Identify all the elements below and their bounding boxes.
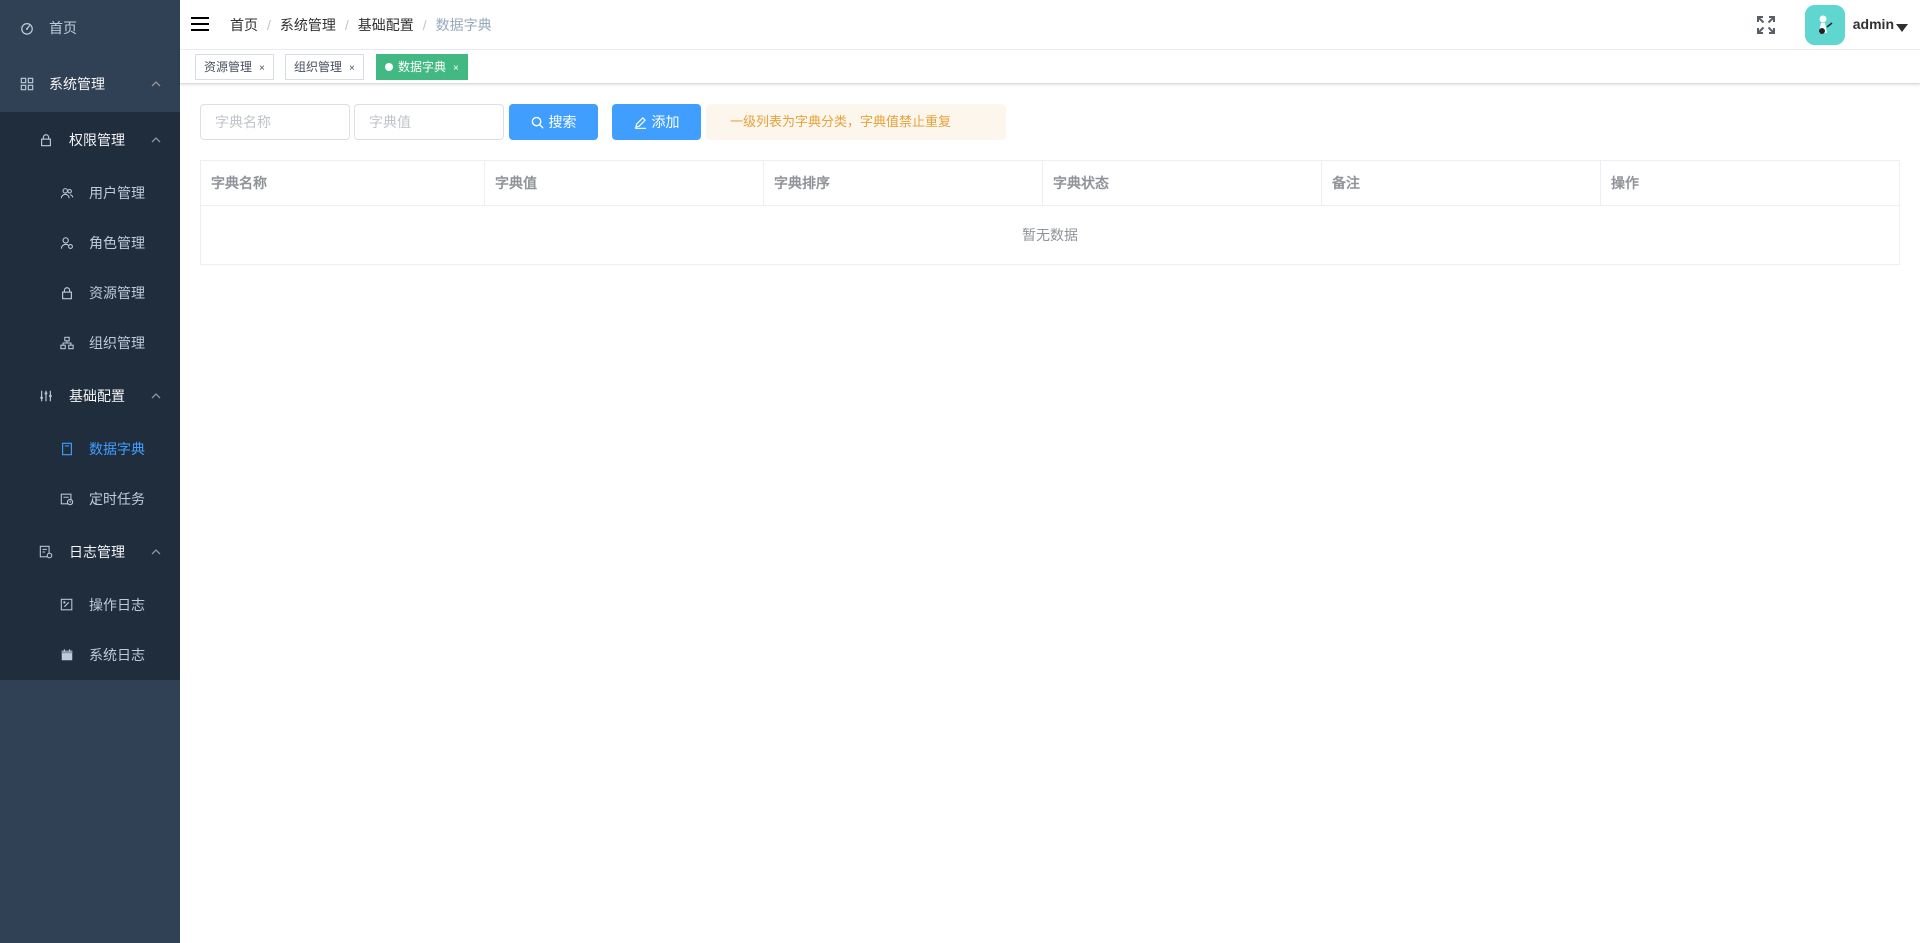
- avatar[interactable]: [1805, 5, 1845, 45]
- dict-name-input[interactable]: [200, 104, 350, 140]
- notice-tip: 一级列表为字典分类，字典值禁止重复: [706, 104, 1006, 140]
- sidebar-item-permission[interactable]: 权限管理: [0, 115, 180, 165]
- breadcrumb-home[interactable]: 首页: [230, 15, 258, 35]
- tags-view: 资源管理 × 组织管理 × 数据字典 ×: [180, 50, 1920, 84]
- sidebar-item-system-log[interactable]: 系统日志: [0, 630, 180, 680]
- add-button-label: 添加: [651, 114, 680, 130]
- sidebar-item-scheduled-tasks[interactable]: 定时任务: [0, 474, 180, 524]
- search-icon: [531, 116, 544, 129]
- breadcrumb-separator: /: [422, 17, 427, 33]
- sidebar: 首页 系统管理 权限管理 用户管理 角色管理 资源管理 组织管理 基础配置 数据…: [0, 0, 180, 943]
- chevron-up-icon: [150, 78, 162, 90]
- username[interactable]: admin: [1853, 16, 1894, 32]
- search-button[interactable]: 搜索: [509, 104, 598, 140]
- calendar-icon: [59, 647, 75, 663]
- sidebar-item-system[interactable]: 系统管理: [0, 59, 180, 109]
- table-header: 字典名称 字典值 字典排序 字典状态 备注 操作: [201, 161, 1899, 206]
- lock-icon: [59, 285, 75, 301]
- sidebar-item-basic-config[interactable]: 基础配置: [0, 371, 180, 421]
- tag-orgs[interactable]: 组织管理 ×: [285, 54, 364, 80]
- sidebar-item-users[interactable]: 用户管理: [0, 168, 180, 218]
- lock-icon: [38, 132, 54, 148]
- sliders-icon: [38, 388, 54, 404]
- edit-log-icon: [59, 597, 75, 613]
- close-icon[interactable]: ×: [349, 63, 355, 74]
- edit-icon: [634, 116, 647, 129]
- users-icon: [59, 185, 75, 201]
- sidebar-item-label: 定时任务: [89, 491, 145, 507]
- fullscreen-icon[interactable]: [1756, 15, 1776, 35]
- hamburger-icon[interactable]: [190, 14, 210, 34]
- sidebar-item-label: 系统管理: [49, 76, 105, 92]
- sidebar-item-label: 系统日志: [89, 647, 145, 663]
- sidebar-item-orgs[interactable]: 组织管理: [0, 318, 180, 368]
- tag-label: 数据字典: [398, 60, 447, 74]
- sidebar-item-dictionary[interactable]: 数据字典: [0, 424, 180, 474]
- close-icon[interactable]: ×: [259, 63, 265, 74]
- sidebar-item-label: 组织管理: [89, 335, 145, 351]
- breadcrumb-basic-config[interactable]: 基础配置: [358, 15, 414, 35]
- tag-label: 组织管理: [294, 60, 343, 74]
- breadcrumb: 首页 / 系统管理 / 基础配置 / 数据字典: [230, 16, 492, 34]
- log-settings-icon: [38, 544, 54, 560]
- grid-icon: [19, 76, 35, 92]
- sidebar-item-label: 角色管理: [89, 235, 145, 251]
- column-header: 操作: [1611, 175, 1639, 191]
- sidebar-item-logs[interactable]: 日志管理: [0, 527, 180, 577]
- search-button-label: 搜索: [548, 114, 577, 130]
- navbar: 首页 / 系统管理 / 基础配置 / 数据字典 admin: [180, 0, 1920, 50]
- caret-down-icon[interactable]: [1896, 20, 1908, 32]
- calendar-clock-icon: [59, 491, 75, 507]
- sidebar-item-label: 用户管理: [89, 185, 145, 201]
- sidebar-item-label: 资源管理: [89, 285, 145, 301]
- add-button[interactable]: 添加: [612, 104, 701, 140]
- book-icon: [59, 441, 75, 457]
- sidebar-item-resources[interactable]: 资源管理: [0, 268, 180, 318]
- breadcrumb-separator: /: [267, 17, 271, 33]
- column-header: 字典状态: [1043, 161, 1322, 205]
- dict-value-input[interactable]: [354, 104, 504, 140]
- breadcrumb-current: 数据字典: [435, 17, 492, 33]
- role-icon: [59, 235, 75, 251]
- active-dot-icon: [385, 63, 393, 71]
- chevron-up-icon: [150, 390, 162, 402]
- column-header: 字典名称: [201, 161, 485, 205]
- close-icon[interactable]: ×: [453, 63, 459, 74]
- column-header: 备注: [1322, 161, 1601, 205]
- tag-dictionary[interactable]: 数据字典 ×: [376, 54, 468, 80]
- sidebar-item-operation-log[interactable]: 操作日志: [0, 580, 180, 630]
- dashboard-icon: [19, 20, 35, 36]
- sidebar-item-label: 操作日志: [89, 597, 145, 613]
- column-header: 字典值: [485, 161, 764, 205]
- sidebar-item-label: 基础配置: [69, 388, 125, 404]
- sidebar-item-label: 数据字典: [89, 441, 145, 457]
- sidebar-item-label: 权限管理: [69, 132, 125, 148]
- empty-text: 暂无数据: [1022, 227, 1078, 243]
- sidebar-item-home[interactable]: 首页: [0, 3, 180, 53]
- column-header: 字典排序: [764, 161, 1043, 205]
- breadcrumb-separator: /: [344, 17, 349, 33]
- tag-label: 资源管理: [204, 60, 253, 74]
- org-tree-icon: [59, 335, 75, 351]
- chevron-up-icon: [150, 546, 162, 558]
- tag-resources[interactable]: 资源管理 ×: [195, 54, 274, 80]
- dictionary-table: 字典名称 字典值 字典排序 字典状态 备注 操作 暂无数据: [200, 160, 1900, 265]
- sidebar-item-roles[interactable]: 角色管理: [0, 218, 180, 268]
- sidebar-item-label: 日志管理: [69, 544, 125, 560]
- sidebar-item-label: 首页: [49, 20, 77, 36]
- chevron-up-icon: [150, 134, 162, 146]
- breadcrumb-system[interactable]: 系统管理: [280, 15, 336, 35]
